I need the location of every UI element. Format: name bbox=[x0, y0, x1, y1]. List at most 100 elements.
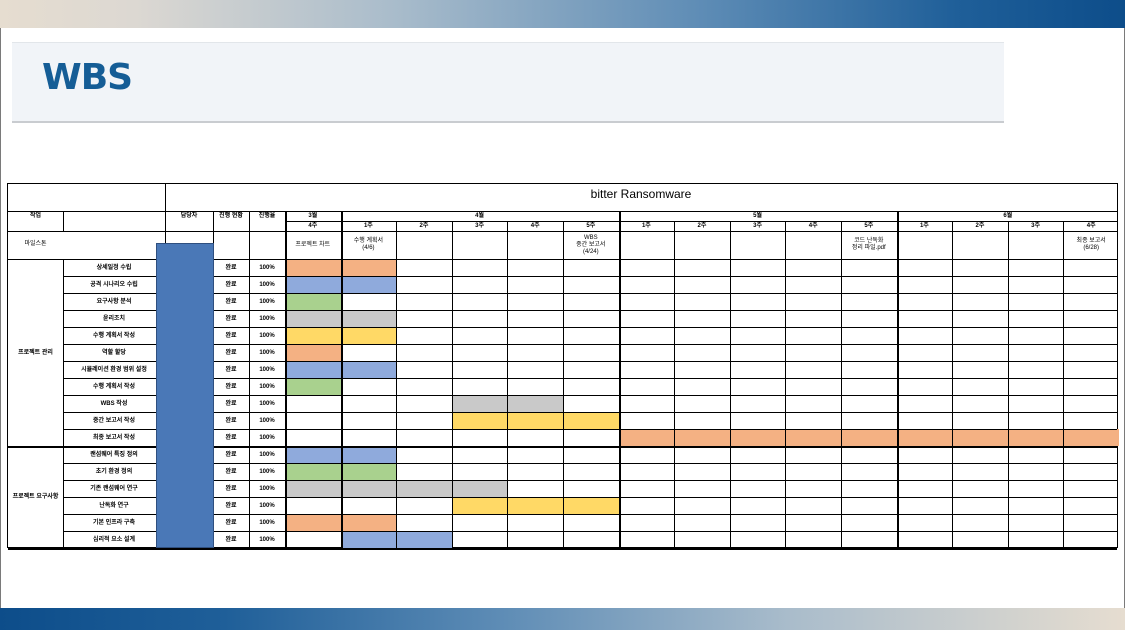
grid-line bbox=[63, 412, 1117, 413]
task-name: 초기 환경 정의 bbox=[95, 469, 133, 475]
task-status: 완료 bbox=[225, 333, 237, 339]
week-label: 3주 bbox=[475, 223, 485, 229]
week-label: 1주 bbox=[641, 223, 651, 229]
grid-line bbox=[785, 221, 786, 548]
grid-line bbox=[841, 221, 842, 548]
grid-line bbox=[165, 211, 1117, 212]
task-status: 완료 bbox=[225, 384, 237, 390]
gantt-bar bbox=[285, 293, 341, 310]
task-status: 완료 bbox=[225, 486, 237, 492]
task-name: 요구사항 분석 bbox=[96, 299, 132, 305]
grid-line bbox=[1008, 221, 1009, 548]
task-status: 완료 bbox=[225, 401, 237, 407]
task-progress: 100% bbox=[259, 452, 275, 458]
owner-redaction-block bbox=[156, 243, 214, 548]
bottom-gradient-band bbox=[0, 608, 1125, 630]
milestone-text: (4/24) bbox=[582, 249, 599, 255]
grid-line bbox=[897, 211, 899, 548]
week-label: 1주 bbox=[919, 223, 929, 229]
grid-line bbox=[63, 211, 64, 231]
grid-line bbox=[285, 211, 287, 548]
task-status: 완료 bbox=[225, 469, 237, 475]
task-progress: 100% bbox=[259, 503, 275, 509]
grid-line bbox=[63, 293, 1117, 294]
week-label: 2주 bbox=[697, 223, 707, 229]
grid-line bbox=[341, 211, 343, 548]
title-box: WBS bbox=[12, 42, 1004, 123]
grid-line bbox=[63, 310, 1117, 311]
task-name: 공격 시나리오 수립 bbox=[90, 282, 138, 288]
month-label: 5월 bbox=[753, 213, 763, 219]
task-name: 중간 보고서 작성 bbox=[93, 418, 135, 424]
task-name: 난독화 연구 bbox=[99, 503, 129, 509]
task-progress: 100% bbox=[259, 469, 275, 475]
week-label: 4주 bbox=[1086, 223, 1096, 229]
milestone-text: (4/6) bbox=[362, 245, 375, 251]
grid-line bbox=[452, 221, 453, 548]
milestone-text: (6/28) bbox=[1083, 245, 1100, 251]
task-status: 완료 bbox=[225, 452, 237, 458]
task-name: 랜섬웨어 특징 정의 bbox=[90, 452, 138, 458]
task-progress: 100% bbox=[259, 401, 275, 407]
task-status: 완료 bbox=[225, 316, 237, 322]
milestone-text: 정리 파일.pdf bbox=[851, 245, 886, 251]
month-label: 3월 bbox=[308, 213, 318, 219]
task-name: 수행 계획서 작성 bbox=[93, 333, 135, 339]
grid-line bbox=[63, 497, 1117, 498]
grid-line bbox=[63, 344, 1117, 345]
grid-line bbox=[63, 531, 1117, 532]
gantt-bar bbox=[285, 344, 341, 361]
milestone-text: 수행 계획서 bbox=[353, 238, 384, 244]
grid-line bbox=[1063, 221, 1064, 548]
grid-line bbox=[63, 259, 64, 548]
header-status: 진행 현황 bbox=[219, 213, 243, 219]
task-progress: 100% bbox=[259, 333, 275, 339]
slide-title: WBS bbox=[42, 57, 133, 98]
week-label: 3주 bbox=[753, 223, 763, 229]
week-label: 5주 bbox=[864, 223, 874, 229]
week-label: 1주 bbox=[363, 223, 373, 229]
task-progress: 100% bbox=[259, 486, 275, 492]
gantt-bar bbox=[618, 429, 1119, 446]
milestone-label: 마일스톤 bbox=[24, 241, 47, 247]
gantt-bar bbox=[451, 412, 619, 429]
task-status: 완료 bbox=[225, 435, 237, 441]
week-label: 2주 bbox=[419, 223, 429, 229]
task-name: 심리적 요소 설계 bbox=[93, 537, 135, 543]
task-progress: 100% bbox=[259, 265, 275, 271]
week-label: 2주 bbox=[975, 223, 985, 229]
task-progress: 100% bbox=[259, 384, 275, 390]
task-status: 완료 bbox=[225, 367, 237, 373]
grid-line bbox=[249, 211, 250, 548]
gantt-bar bbox=[451, 497, 619, 514]
grid-line bbox=[8, 211, 165, 212]
month-label: 6월 bbox=[1003, 213, 1013, 219]
grid-line bbox=[63, 463, 1117, 464]
task-name: 수행 계획서 작성 bbox=[93, 384, 135, 390]
task-name: 기존 랜섬웨어 연구 bbox=[90, 486, 138, 492]
grid-line bbox=[63, 361, 1117, 362]
task-name: 기본 인프라 구축 bbox=[93, 520, 135, 526]
grid-line bbox=[63, 276, 1117, 277]
task-progress: 100% bbox=[259, 350, 275, 356]
task-progress: 100% bbox=[259, 418, 275, 424]
milestone-text: 중간 보고서 bbox=[576, 242, 606, 248]
top-gradient-band bbox=[0, 0, 1125, 28]
task-progress: 100% bbox=[259, 435, 275, 441]
task-name: 윤리조치 bbox=[102, 316, 126, 322]
wbs-gantt-table: bitter Ransomware 작업 담당자 진행 현황 진행율 마일스톤 3월 4월 5… bbox=[7, 183, 1119, 550]
header-task: 작업 bbox=[29, 213, 42, 219]
grid-line bbox=[8, 548, 1117, 550]
task-progress: 100% bbox=[259, 367, 275, 373]
grid-line bbox=[396, 221, 397, 548]
month-label: 4월 bbox=[475, 213, 485, 219]
grid-line bbox=[619, 211, 621, 548]
task-status: 완료 bbox=[225, 282, 237, 288]
task-name: 역할 할당 bbox=[102, 350, 126, 356]
grid-line bbox=[952, 221, 953, 548]
task-progress: 100% bbox=[259, 316, 275, 322]
milestone-text: 코드 난독화 bbox=[854, 238, 884, 244]
task-status: 완료 bbox=[225, 350, 237, 356]
milestone-text: 최종 보고서 bbox=[1076, 238, 1106, 244]
task-name: 시뮬레이션 환경 범위 설정 bbox=[81, 367, 147, 373]
